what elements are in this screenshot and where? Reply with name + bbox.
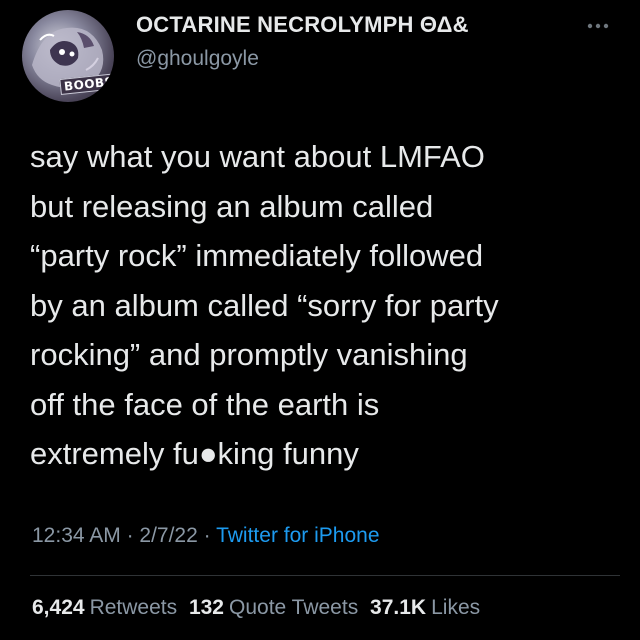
retweets-stat[interactable]: 6,424 Retweets: [32, 596, 177, 619]
quote-tweets-label: Quote Tweets: [229, 596, 359, 619]
quote-tweets-count: 132: [188, 596, 224, 619]
retweets-count: 6,424: [32, 596, 85, 619]
quote-tweets-stat[interactable]: 132 Quote Tweets: [189, 596, 358, 619]
tweet-body-text: say what you want about LMFAO but releas…: [30, 139, 499, 471]
likes-label: Likes: [431, 596, 481, 619]
author-handle[interactable]: @ghoulgoyle: [136, 47, 259, 71]
likes-stat[interactable]: 37.1K Likes: [370, 596, 480, 619]
avatar[interactable]: BOOBS: [22, 10, 114, 102]
tweet-source-link[interactable]: Twitter for iPhone: [216, 524, 379, 547]
tweet-date[interactable]: 2/7/22: [139, 524, 197, 547]
more-horizontal-icon[interactable]: [578, 16, 618, 36]
author-display-name[interactable]: OCTARINE NECROLYMPH ΘΔ&: [136, 12, 469, 38]
meta-separator: ·: [120, 524, 140, 547]
tweet-time[interactable]: 12:34 AM: [32, 524, 121, 547]
likes-count: 37.1K: [370, 596, 427, 619]
retweets-label: Retweets: [89, 596, 178, 619]
tweet-meta: 12:34 AM · 2/7/22 · Twitter for iPhone: [32, 524, 380, 548]
meta-separator: ·: [197, 524, 217, 547]
divider: [30, 575, 620, 576]
tweet-card: BOOBS OCTARINE NECROLYMPH ΘΔ& @ghoulgoyl…: [0, 0, 640, 640]
tweet-stats: 6,424 Retweets 132 Quote Tweets 37.1K Likes: [32, 596, 486, 620]
